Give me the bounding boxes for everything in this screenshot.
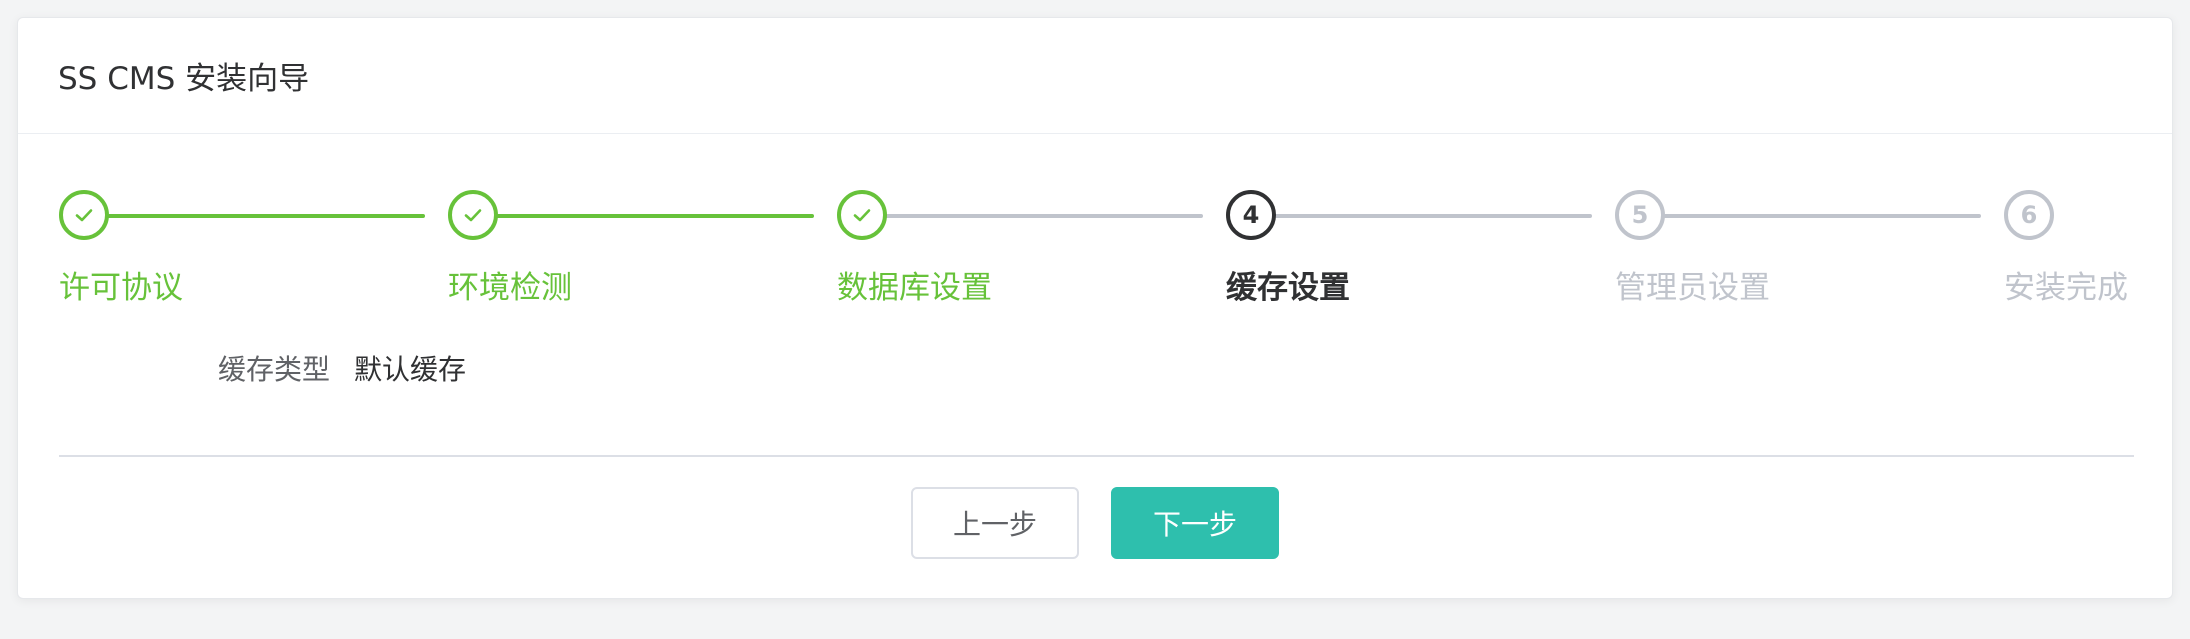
step-environment: 环境检测	[448, 175, 748, 307]
check-icon	[448, 190, 498, 240]
step-license: 许可协议	[59, 175, 359, 307]
step-admin: 5 管理员设置	[1615, 175, 1915, 307]
step-complete: 6 安装完成	[2004, 175, 2190, 307]
steps-bar: 许可协议 环境检测 数据库设置 4 缓存设置 5 管理员设置 6 安装完成	[59, 175, 2134, 307]
next-step-button[interactable]: 下一步	[1111, 487, 1279, 559]
step-database: 数据库设置	[837, 175, 1137, 307]
install-wizard-card: SS CMS 安装向导 许可协议 环境检测 数据库设置 4 缓存设置 5 管理员…	[17, 17, 2173, 599]
divider	[59, 455, 2134, 457]
cache-type-value: 默认缓存	[354, 353, 467, 386]
step-title: 安装完成	[2004, 270, 2128, 306]
step-title: 缓存设置	[1226, 270, 1350, 306]
prev-step-button[interactable]: 上一步	[911, 487, 1079, 559]
step-title: 管理员设置	[1615, 270, 1770, 306]
step-cache: 4 缓存设置	[1226, 175, 1526, 307]
wizard-actions: 上一步 下一步	[18, 487, 2172, 559]
cache-type-label: 缓存类型	[218, 353, 331, 386]
cache-type-row: 缓存类型 默认缓存	[218, 348, 466, 388]
step-title: 数据库设置	[837, 270, 992, 306]
step-title: 许可协议	[59, 270, 183, 306]
check-icon	[837, 190, 887, 240]
check-icon	[59, 190, 109, 240]
step-number: 4	[1226, 190, 1276, 240]
step-number: 5	[1615, 190, 1665, 240]
step-number: 6	[2004, 190, 2054, 240]
page-title: SS CMS 安装向导	[58, 61, 310, 97]
step-title: 环境检测	[448, 270, 572, 306]
card-header: SS CMS 安装向导	[18, 18, 2172, 134]
